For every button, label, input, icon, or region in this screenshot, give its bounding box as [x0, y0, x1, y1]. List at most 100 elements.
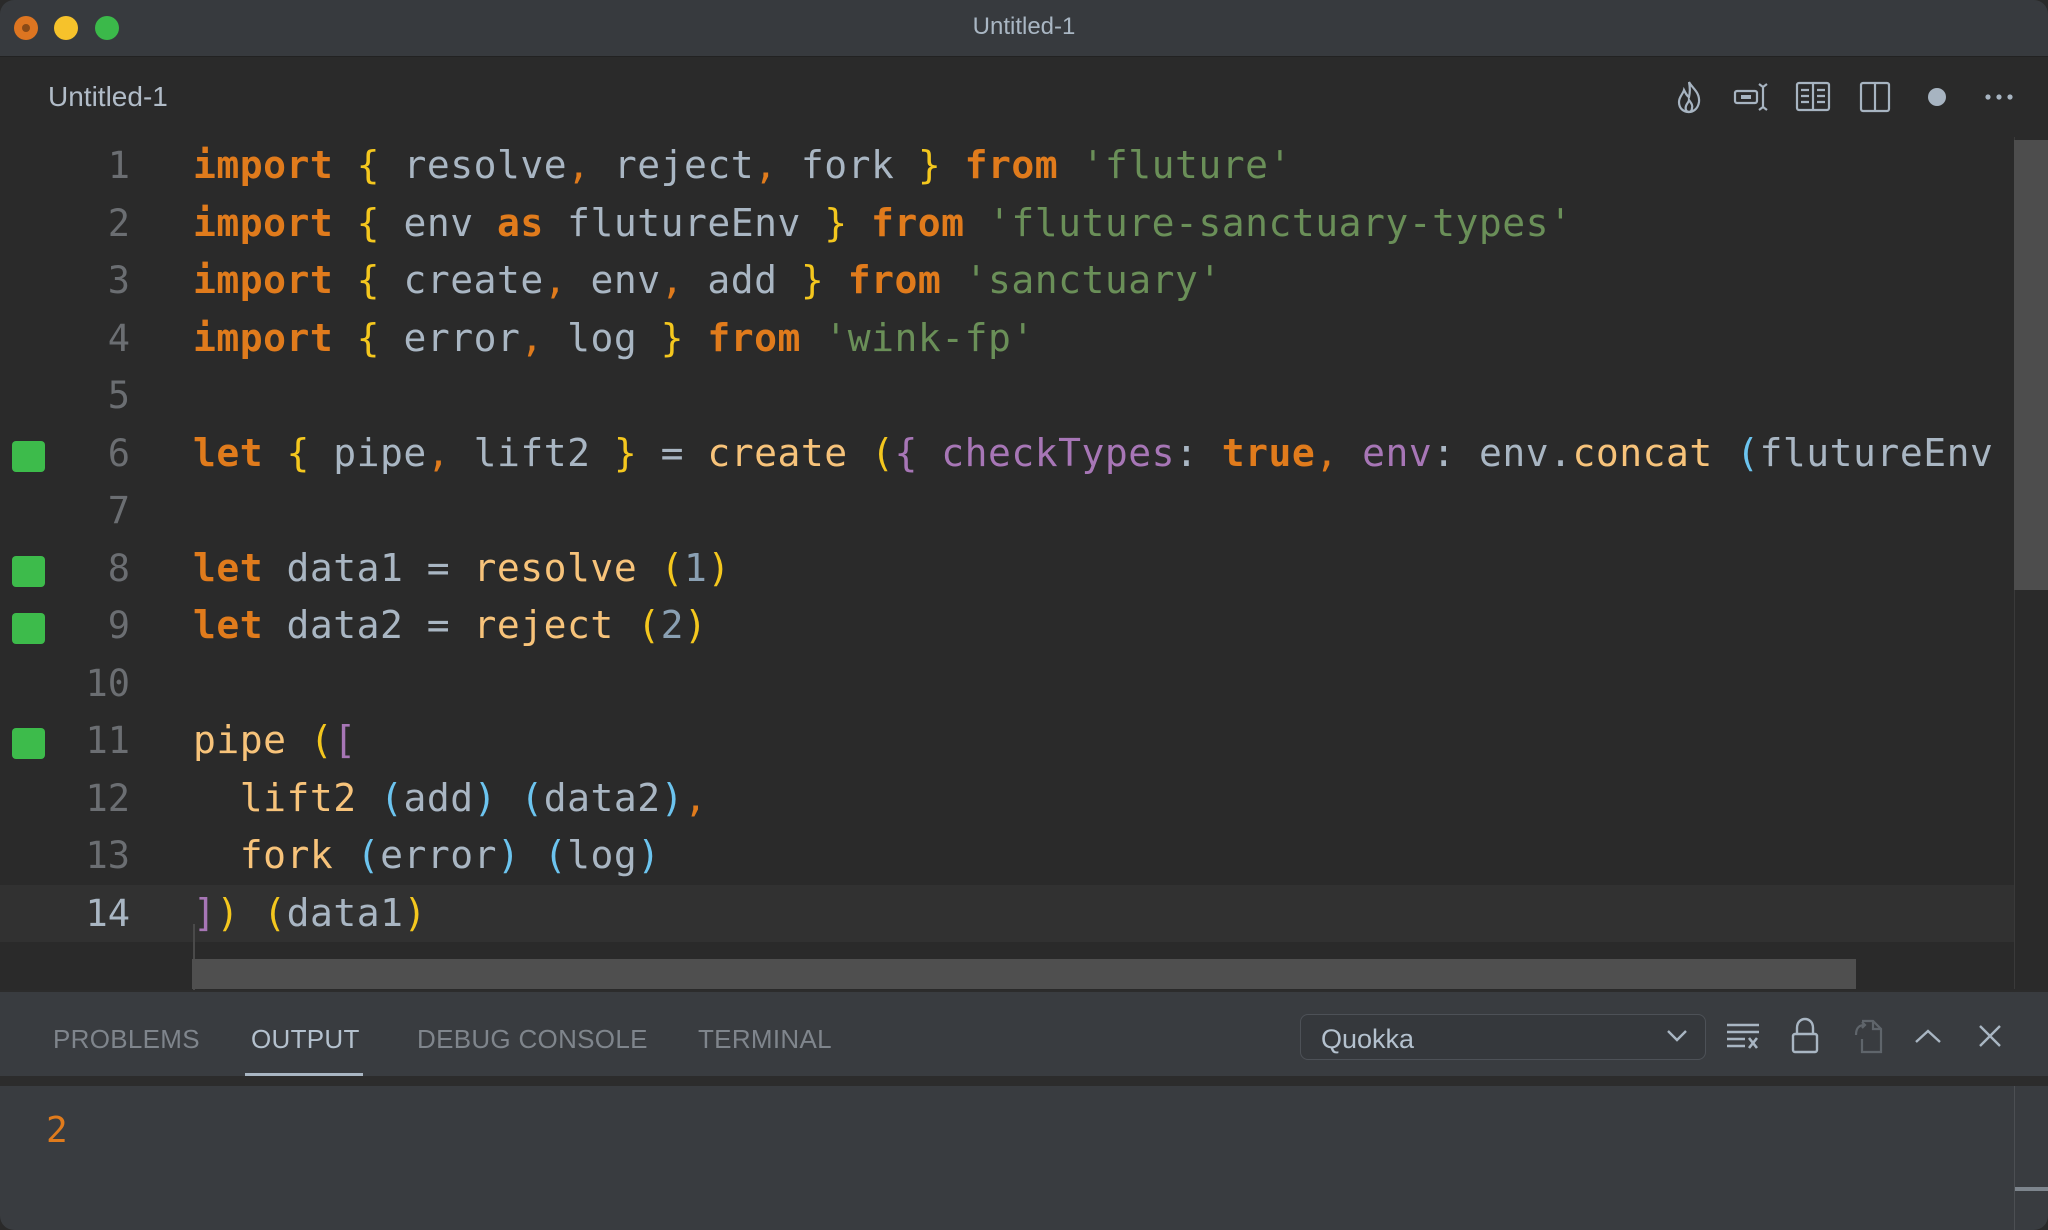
- code-token: : env.: [1432, 430, 1573, 475]
- code-token: ): [216, 890, 240, 935]
- code-token: ,: [660, 258, 685, 302]
- code-token: (: [1736, 430, 1760, 475]
- code-token: }: [660, 315, 685, 360]
- toggle-value-icon[interactable]: [1720, 77, 1782, 117]
- clear-output-icon[interactable]: [1723, 1016, 1763, 1056]
- open-preview-icon[interactable]: [1782, 77, 1844, 117]
- code-token: from: [707, 315, 801, 360]
- vscode-window: Untitled-1 Untitled-1 1 import {resolve…: [0, 0, 2048, 1230]
- code-text: let data1 = resolve (1): [193, 540, 731, 598]
- split-editor-icon[interactable]: [1844, 77, 1906, 117]
- code-line[interactable]: 14 ]) (data1): [0, 884, 2014, 943]
- code-line[interactable]: 10: [0, 655, 2014, 713]
- code-token: ,: [1315, 430, 1339, 475]
- line-number: 8: [107, 546, 130, 590]
- open-log-file-icon[interactable]: [1848, 1016, 1888, 1056]
- coverage-marker-icon: [12, 728, 45, 759]
- code-line[interactable]: 9 let data2 = reject (2): [0, 597, 2014, 655]
- code-token: (: [520, 775, 544, 820]
- output-line: 2: [46, 1110, 68, 1151]
- more-actions-icon[interactable]: [1968, 77, 2030, 117]
- code-line[interactable]: 2 import { env as flutureEnv } from 'flut…: [0, 195, 2014, 253]
- unsaved-dot-icon[interactable]: [1906, 77, 1968, 117]
- tab-untitled-1[interactable]: Untitled-1: [48, 81, 168, 113]
- code-line[interactable]: 7: [0, 482, 2014, 540]
- code-editor[interactable]: 1 import { resolve, reject, fork } from '…: [0, 137, 2048, 1022]
- line-number: 1: [107, 144, 130, 187]
- code-token: {: [356, 258, 381, 302]
- close-panel-icon[interactable]: [1970, 1016, 2010, 1056]
- lock-scroll-icon[interactable]: [1785, 1016, 1825, 1056]
- code-token: create: [707, 430, 848, 475]
- code-token: }: [800, 258, 825, 302]
- horizontal-scrollbar[interactable]: [192, 959, 1856, 989]
- code-text: ]) (data1): [193, 885, 427, 943]
- code-line[interactable]: 3 import { create, env, add } from 'sanct…: [0, 252, 2014, 310]
- code-text: let data2 = reject (2): [193, 597, 707, 655]
- code-token: data2 =: [263, 603, 474, 647]
- code-line[interactable]: 13 fork (error) (log): [0, 827, 2014, 885]
- code-text: import { error, log } from 'wink-fp': [193, 310, 1035, 368]
- code-token: pipe: [309, 430, 427, 475]
- tab-debug-console[interactable]: DEBUG CONSOLE: [417, 1024, 648, 1055]
- code-line[interactable]: 6 let { pipe, lift2 } = create ({ checkTy…: [0, 425, 2014, 483]
- code-token: from: [847, 258, 942, 302]
- code-token: 1: [683, 545, 708, 590]
- code-token: import: [193, 258, 334, 302]
- panel-divider: [0, 1076, 2048, 1086]
- code-token: [: [333, 718, 357, 762]
- line-number: 13: [85, 834, 130, 877]
- code-line[interactable]: 12 lift2 (add) (data2),: [0, 770, 2014, 828]
- maximize-panel-icon[interactable]: [1908, 1016, 1948, 1056]
- code-token: let: [193, 430, 264, 475]
- code-text: let { pipe, lift2 } = create ({ checkTyp…: [193, 425, 1993, 483]
- code-token: (: [356, 833, 381, 877]
- code-token: add: [403, 775, 474, 820]
- quokka-flame-icon[interactable]: [1658, 77, 1720, 117]
- code-token: 2: [660, 603, 684, 647]
- code-token: from: [871, 200, 965, 245]
- code-token: (: [637, 603, 661, 647]
- code-token: data2: [543, 775, 661, 820]
- code-token: =: [637, 430, 708, 475]
- code-line[interactable]: 5: [0, 367, 2014, 425]
- code-token: checkTypes: [917, 430, 1176, 475]
- code-token: {: [286, 430, 310, 475]
- code-token: env: [1338, 430, 1433, 475]
- code-token: import: [193, 200, 334, 245]
- code-line[interactable]: 1 import { resolve, reject, fork } from '…: [0, 137, 2014, 195]
- chevron-down-icon: [1665, 1021, 1689, 1058]
- vertical-scrollbar[interactable]: [2014, 140, 2048, 590]
- code-token: env: [567, 258, 661, 302]
- output-content[interactable]: 2: [0, 1086, 2014, 1230]
- code-token: fork: [239, 833, 334, 877]
- tab-output[interactable]: OUTPUT: [251, 1024, 360, 1055]
- tab-terminal[interactable]: TERMINAL: [698, 1024, 832, 1055]
- tab-problems[interactable]: PROBLEMS: [53, 1024, 200, 1055]
- panel-scrollbar[interactable]: [2015, 1187, 2048, 1191]
- output-channel-select[interactable]: Quokka: [1300, 1014, 1706, 1060]
- code-text: import { resolve, reject, fork } from 'f…: [193, 137, 1292, 195]
- code-token: add: [684, 258, 801, 302]
- line-number: 14: [85, 891, 130, 935]
- code-line[interactable]: 4 import { error, log } from 'wink-fp': [0, 310, 2014, 368]
- code-line[interactable]: 11 pipe ([: [0, 712, 2014, 770]
- line-number: 12: [85, 776, 130, 820]
- code-token: 'sanctuary': [964, 258, 1222, 302]
- code-line[interactable]: 8 let data1 = resolve (1): [0, 540, 2014, 598]
- line-number: 9: [107, 604, 130, 647]
